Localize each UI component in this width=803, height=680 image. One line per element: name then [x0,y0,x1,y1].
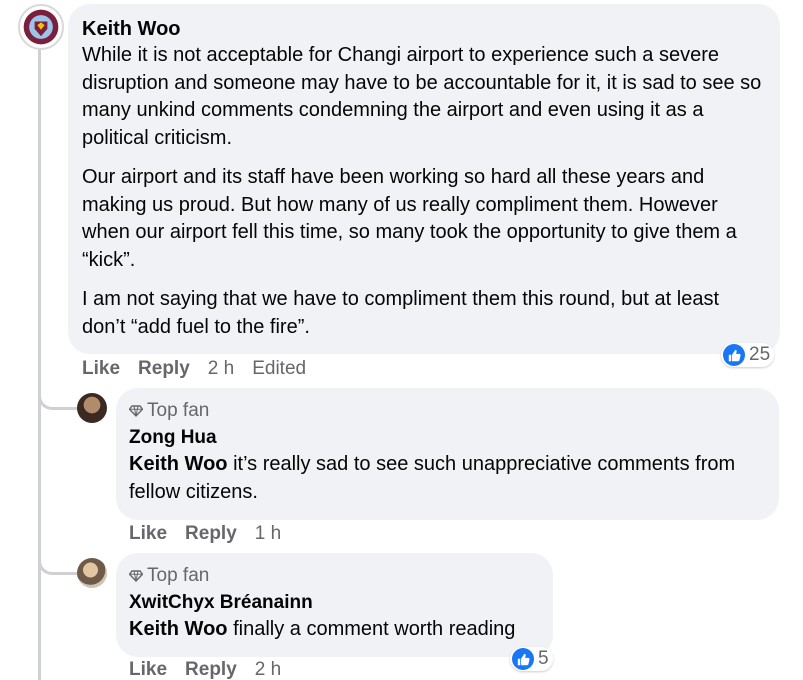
like-button[interactable]: Like [129,523,167,545]
like-icon [512,648,534,670]
reply-bubble: Top fan XwitChyx Bréanainn Keith Woo fin… [116,553,553,657]
edited-label[interactable]: Edited [252,358,306,380]
thread-connector [38,549,78,575]
reply-text: finally a comment worth reading [227,618,516,640]
reaction-count[interactable]: 25 [721,343,775,367]
crest-icon [20,6,62,48]
reply-button[interactable]: Reply [185,659,237,680]
diamond-icon [129,405,143,417]
avatar[interactable] [77,393,107,423]
comment-bubble: Keith Woo While it is not acceptable for… [68,4,780,354]
reaction-count[interactable]: 5 [510,647,553,671]
avatar[interactable] [77,558,107,588]
timestamp[interactable]: 1 h [255,523,281,545]
comment-body: While it is not acceptable for Changi ai… [82,42,764,341]
timestamp[interactable]: 2 h [255,659,281,680]
mention-link[interactable]: Keith Woo [129,453,228,475]
badge-label: Top fan [147,400,210,421]
reply-body: Keith Woo it’s really sad to see such un… [129,451,765,506]
comment-thread: Keith Woo While it is not acceptable for… [0,0,803,680]
reply-actions: Like Reply 1 h [129,523,281,545]
like-button[interactable]: Like [82,358,120,380]
reply-author[interactable]: XwitChyx Bréanainn [129,589,539,616]
reply-author[interactable]: Zong Hua [129,424,765,451]
thread-line [38,44,41,680]
reply-bubble: Top fan Zong Hua Keith Woo it’s really s… [116,388,779,520]
top-fan-badge: Top fan [129,563,539,589]
reply-body: Keith Woo finally a comment worth readin… [129,616,539,644]
like-button[interactable]: Like [129,659,167,680]
comment-actions: Like Reply 2 h Edited [82,358,306,380]
comment-author[interactable]: Keith Woo [82,16,764,42]
top-fan-badge: Top fan [129,398,765,424]
avatar[interactable] [18,4,64,50]
reply-button[interactable]: Reply [138,358,190,380]
like-icon [723,344,745,366]
comment-paragraph: While it is not acceptable for Changi ai… [82,44,762,149]
mention-link[interactable]: Keith Woo [129,618,228,640]
reaction-count-label: 5 [538,648,549,669]
reply-button[interactable]: Reply [185,523,237,545]
diamond-icon [129,570,143,582]
comment-paragraph: Our airport and its staff have been work… [82,166,737,271]
badge-label: Top fan [147,565,210,586]
timestamp[interactable]: 2 h [208,358,234,380]
thread-connector [38,384,78,410]
comment-paragraph: I am not saying that we have to complime… [82,288,720,338]
reply-actions: Like Reply 2 h [129,659,281,680]
reaction-count-label: 25 [749,344,771,365]
